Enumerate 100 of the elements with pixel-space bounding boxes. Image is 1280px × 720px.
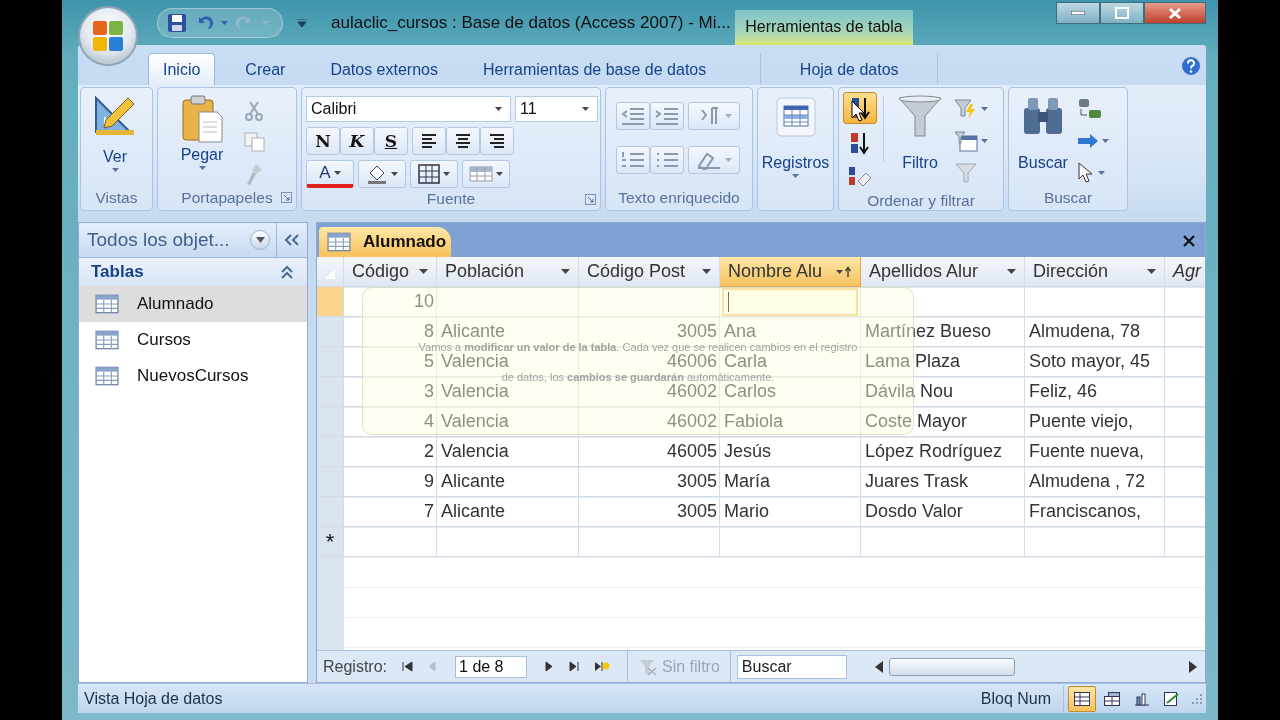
column-header[interactable]: Población <box>437 257 579 287</box>
decrease-indent-button[interactable] <box>616 102 650 130</box>
column-header[interactable]: Nombre Alu <box>720 257 861 287</box>
dropdown-arrow-icon[interactable] <box>702 269 711 274</box>
ribbon-tab[interactable]: Inicio <box>148 53 216 85</box>
font-size-field[interactable]: 11 <box>515 96 598 122</box>
nav-item[interactable]: Cursos <box>79 322 307 358</box>
caret-icon <box>262 20 269 25</box>
dropdown-arrow-icon[interactable] <box>1007 269 1016 274</box>
dialog-launcher-icon[interactable] <box>585 194 596 205</box>
ribbon-tab[interactable]: Datos externos <box>315 53 453 85</box>
column-header[interactable]: Código Post <box>579 257 720 287</box>
paint-bucket-icon <box>366 164 388 184</box>
caret-icon <box>111 168 119 172</box>
table-cell: Juares Trask <box>865 473 969 490</box>
minimize-button[interactable] <box>1056 2 1100 24</box>
nav-item[interactable]: Alumnado <box>79 286 307 322</box>
advanced-filter-button[interactable] <box>954 128 988 154</box>
table-icon <box>95 366 119 386</box>
pointer-icon <box>1077 162 1095 184</box>
highlight-text-button[interactable] <box>688 146 740 174</box>
align-left-button[interactable] <box>412 127 446 155</box>
column-header[interactable]: Dirección <box>1025 257 1165 287</box>
table-cell: 10 <box>413 293 434 310</box>
caret-icon <box>391 172 398 176</box>
table-cell: Franciscanos, <box>1029 503 1142 520</box>
column-header[interactable]: Apellidos Alur <box>861 257 1025 287</box>
table-cell: 7 <box>424 503 434 520</box>
view-switch-button[interactable] <box>1068 685 1096 712</box>
office-button[interactable] <box>80 8 136 64</box>
font-color-button[interactable]: A <box>306 160 354 188</box>
customize-menu-icon[interactable] <box>297 18 307 27</box>
table-rows-icon <box>469 166 493 182</box>
eraser-icon <box>846 165 872 189</box>
ribbon-tab[interactable]: Herramientas de base de datos <box>468 53 722 85</box>
group-label: Fuente <box>426 190 476 208</box>
dropdown-arrow-icon[interactable] <box>1147 269 1156 274</box>
close-icon[interactable] <box>1183 235 1195 247</box>
grid-icon <box>418 164 440 184</box>
help-icon[interactable] <box>1180 55 1202 77</box>
align-center-icon <box>454 132 472 150</box>
nav-item[interactable]: NuevosCursos <box>79 358 307 394</box>
dialog-launcher-icon[interactable] <box>281 192 292 203</box>
caret-icon <box>725 114 732 118</box>
view-button[interactable]: Ver <box>85 92 145 174</box>
paragraph-direction-button[interactable] <box>688 102 740 130</box>
bullet-list-button[interactable] <box>650 146 684 174</box>
maximize-button[interactable] <box>1100 2 1144 24</box>
align-right-icon <box>488 132 506 150</box>
align-right-button[interactable] <box>480 127 514 155</box>
numbered-list-button[interactable] <box>616 146 650 174</box>
table-cell: 46002 <box>666 383 717 400</box>
scroll-left-icon[interactable] <box>874 660 883 673</box>
format-button[interactable]: N <box>306 127 340 155</box>
table-cell: Soto mayor, 45 <box>1029 353 1151 370</box>
format-button[interactable]: S <box>374 127 408 155</box>
save-icon[interactable] <box>167 12 187 33</box>
caret-icon <box>725 158 732 162</box>
table-cell: 2 <box>424 443 434 460</box>
increase-indent-button[interactable] <box>650 102 684 130</box>
caret-icon <box>496 172 503 176</box>
table-cell: Feliz, 46 <box>1029 383 1098 400</box>
dropdown-arrow-icon[interactable] <box>561 269 570 274</box>
paste-button[interactable]: Pegar <box>172 92 232 172</box>
column-header[interactable]: Agr <box>1165 257 1205 287</box>
table-cell: Alicante <box>441 473 506 490</box>
format-button[interactable]: K <box>340 127 374 155</box>
document-tab-label: Alumnado <box>363 232 447 252</box>
double-chevron-icon <box>285 234 299 246</box>
column-header[interactable]: Código <box>344 257 437 287</box>
close-button[interactable] <box>1144 2 1206 24</box>
group-label: Vistas <box>95 189 138 207</box>
table-cell: Lama Plaza <box>865 353 961 370</box>
edit-field[interactable] <box>722 287 858 316</box>
document-tab[interactable]: Alumnado <box>319 227 451 257</box>
caret-icon <box>981 139 988 143</box>
gridlines-button[interactable] <box>410 160 458 188</box>
search-field[interactable]: Buscar <box>736 654 847 679</box>
record-position-field[interactable]: 1 de 8 <box>455 655 528 678</box>
resize-grip-icon[interactable] <box>1190 691 1204 706</box>
table-cell: Valencia <box>441 413 509 430</box>
previous-record-icon <box>427 661 439 672</box>
filter-button[interactable]: Filtro <box>890 92 950 174</box>
align-center-button[interactable] <box>446 127 480 155</box>
sort-filter-arrow-icon[interactable] <box>836 265 852 278</box>
table-cell: 3 <box>424 383 434 400</box>
caret-icon <box>792 174 799 178</box>
dropdown-arrow-icon[interactable] <box>419 269 428 274</box>
pane-menu-button[interactable] <box>250 230 270 250</box>
find-button[interactable]: Buscar <box>1013 92 1073 174</box>
scrollbar-thumb[interactable] <box>888 657 1015 676</box>
scroll-right-icon[interactable] <box>1189 660 1197 673</box>
ribbon-tab[interactable]: Crear <box>230 53 301 85</box>
fill-color-button[interactable] <box>358 160 406 188</box>
table-cell: 46006 <box>666 353 717 370</box>
nav-section-header[interactable]: Tablas <box>79 258 307 286</box>
font-name-field[interactable]: Calibri <box>306 96 511 122</box>
caret-icon <box>495 107 502 111</box>
increase-indent-icon <box>654 106 680 126</box>
text-cursor <box>728 291 729 312</box>
